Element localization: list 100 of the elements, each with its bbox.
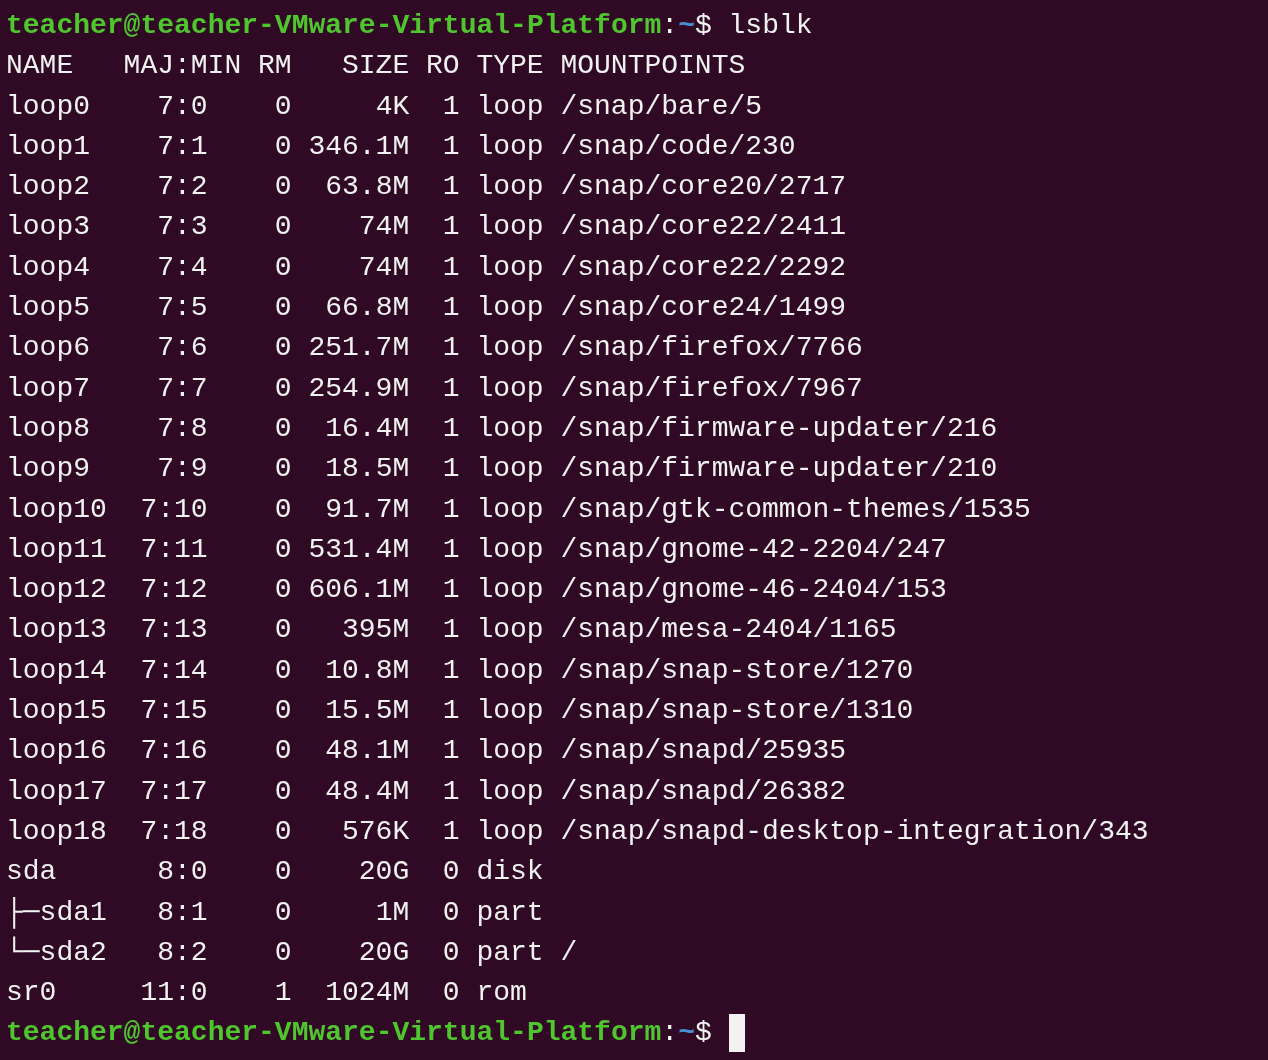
table-cell-text: /snap/snapd/25935 bbox=[560, 734, 847, 769]
table-cell-text: loop9 bbox=[6, 452, 90, 487]
table-cell-text: 0 bbox=[274, 935, 292, 970]
table-cell-text: 16.4M bbox=[325, 411, 410, 446]
table-cell-text: loop13 bbox=[6, 613, 107, 648]
table-cell-text: rom bbox=[476, 976, 527, 1011]
table-cell-text: loop4 bbox=[6, 250, 90, 285]
table-cell-text: 0 bbox=[274, 452, 292, 487]
table-cell-text: loop bbox=[476, 814, 544, 849]
table-cell-text: 0 bbox=[274, 613, 292, 648]
prompt-path: ~ bbox=[678, 9, 695, 43]
table-cell-text: 0 bbox=[274, 694, 292, 729]
table-cell-text: 7:11 bbox=[140, 532, 208, 567]
table-cell-text: loop14 bbox=[6, 653, 107, 688]
table-cell-text: 66.8M bbox=[325, 291, 410, 326]
table-cell-text: 48.1M bbox=[325, 734, 410, 769]
table-cell-text: loop0 bbox=[6, 89, 90, 124]
table-cell-text: 1 bbox=[442, 653, 460, 688]
column-header: TYPE bbox=[476, 49, 545, 84]
table-cell-text: loop bbox=[476, 89, 544, 124]
table-cell-text: /snap/core22/2411 bbox=[560, 210, 847, 245]
table-cell-text: 0 bbox=[274, 734, 292, 769]
table-cell-text: loop bbox=[476, 291, 544, 326]
table-cell-text: /snap/gnome-46-2404/153 bbox=[560, 573, 947, 608]
table-cell-text: 7:8 bbox=[157, 411, 208, 446]
table-cell-text: 7:16 bbox=[140, 734, 208, 769]
table-cell-text: /snap/snapd/26382 bbox=[560, 774, 847, 809]
table-cell-text: 7:10 bbox=[140, 492, 208, 527]
column-header: RM bbox=[257, 49, 292, 84]
table-cell-text: 0 bbox=[274, 492, 292, 527]
column-header: NAME bbox=[6, 49, 75, 84]
column-header: RO bbox=[425, 49, 460, 84]
table-cell-text: /snap/firmware-updater/216 bbox=[560, 411, 998, 446]
table-cell-text: 0 bbox=[442, 935, 460, 970]
table-cell-text: loop bbox=[476, 694, 544, 729]
table-cell-text: 251.7M bbox=[308, 331, 410, 366]
table-cell-text: 0 bbox=[442, 976, 460, 1011]
table-cell-text: 0 bbox=[442, 855, 460, 890]
table-cell-text: loop6 bbox=[6, 331, 90, 366]
table-cell-text: loop17 bbox=[6, 774, 107, 809]
table-cell-text: 1 bbox=[442, 814, 460, 849]
table-cell-text: /snap/firefox/7766 bbox=[560, 331, 863, 366]
table-cell-text: disk bbox=[476, 855, 544, 890]
prompt-symbol: $ bbox=[694, 1016, 712, 1051]
table-cell-text: 0 bbox=[274, 371, 292, 406]
table-cell-text: loop5 bbox=[6, 291, 90, 326]
table-cell-text: loop bbox=[476, 734, 544, 769]
table-cell-text: 0 bbox=[274, 895, 292, 930]
table-cell-text: loop bbox=[476, 250, 544, 285]
table-cell-text: 8:1 bbox=[157, 895, 208, 930]
table-cell-text: loop bbox=[476, 774, 544, 809]
table-cell-text: 0 bbox=[274, 210, 292, 245]
table-cell-text: 7:2 bbox=[157, 170, 208, 205]
table-cell-text: 7:14 bbox=[140, 653, 208, 688]
table-cell-text: 7:6 bbox=[157, 331, 208, 366]
table-cell-text: loop bbox=[476, 371, 544, 406]
table-cell-text: 0 bbox=[274, 170, 292, 205]
table-cell-text: /snap/bare/5 bbox=[560, 89, 763, 124]
table-cell-text: loop bbox=[476, 613, 544, 648]
table-cell-text: 0 bbox=[274, 331, 292, 366]
table-cell-text: loop15 bbox=[6, 694, 107, 729]
table-cell-text: loop18 bbox=[6, 814, 107, 849]
table-cell-text: 1 bbox=[442, 89, 460, 124]
table-cell-text: part bbox=[476, 895, 544, 930]
table-cell-text: 20G bbox=[358, 935, 410, 970]
table-cell-text: 1 bbox=[442, 532, 460, 567]
table-cell-text: loop bbox=[476, 210, 544, 245]
table-cell-text: 1 bbox=[442, 613, 460, 648]
table-cell-text: 0 bbox=[274, 653, 292, 688]
table-cell-text: 0 bbox=[442, 895, 460, 930]
table-cell-text: 7:3 bbox=[157, 210, 208, 245]
table-cell-text: 7:15 bbox=[140, 694, 208, 729]
table-cell-text: 0 bbox=[274, 129, 292, 164]
table-cell-text: loop12 bbox=[6, 573, 107, 608]
table-cell-text: 0 bbox=[274, 250, 292, 285]
table-cell-text: loop bbox=[476, 492, 544, 527]
table-cell-text: /snap/snap-store/1310 bbox=[560, 694, 914, 729]
column-header: SIZE bbox=[341, 49, 410, 84]
table-cell-text: 7:17 bbox=[140, 774, 208, 809]
table-cell-text: 4K bbox=[375, 89, 410, 124]
table-cell-text: 7:1 bbox=[157, 129, 208, 164]
table-cell-text: /snap/firmware-updater/210 bbox=[560, 452, 998, 487]
table-cell-text: 20G bbox=[358, 855, 410, 890]
table-cell-text: 7:0 bbox=[157, 89, 208, 124]
table-cell-text: 1 bbox=[442, 331, 460, 366]
table-cell-text: 48.4M bbox=[325, 774, 410, 809]
table-cell-text: loop3 bbox=[6, 210, 90, 245]
column-header: MAJ:MIN bbox=[123, 49, 242, 84]
table-cell-text: 7:13 bbox=[140, 613, 208, 648]
table-cell-text: 7:12 bbox=[140, 573, 208, 608]
table-cell-text: part bbox=[476, 935, 544, 970]
table-cell-text: 1 bbox=[442, 129, 460, 164]
table-cell-text: 1 bbox=[442, 170, 460, 205]
table-cell-text: 15.5M bbox=[325, 694, 410, 729]
table-cell-text: loop bbox=[476, 331, 544, 366]
table-cell-text: 576K bbox=[342, 814, 410, 849]
table-cell-text: 1 bbox=[442, 210, 460, 245]
table-cell-text: loop bbox=[476, 411, 544, 446]
table-cell-text: 1 bbox=[442, 250, 460, 285]
table-cell-text: loop16 bbox=[6, 734, 107, 769]
